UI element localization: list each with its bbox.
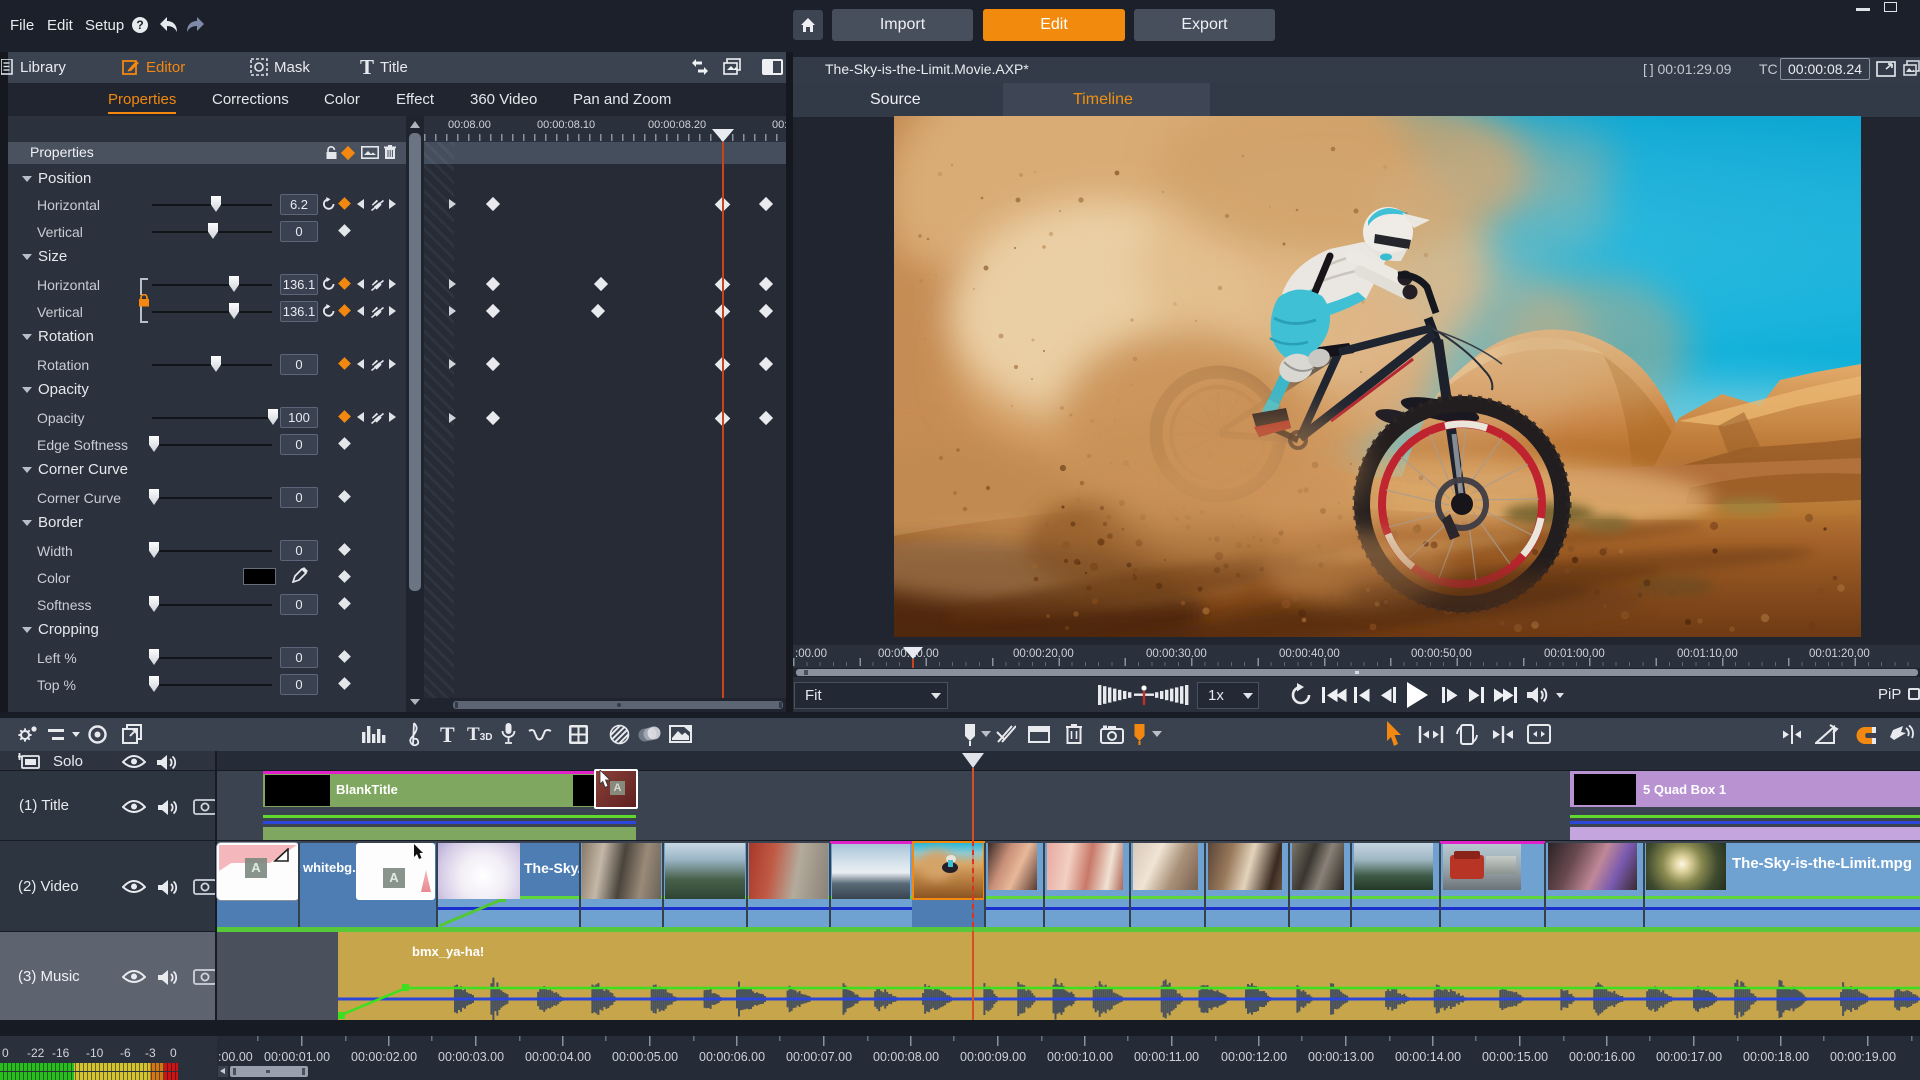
svg-text:?: ? bbox=[136, 18, 143, 32]
